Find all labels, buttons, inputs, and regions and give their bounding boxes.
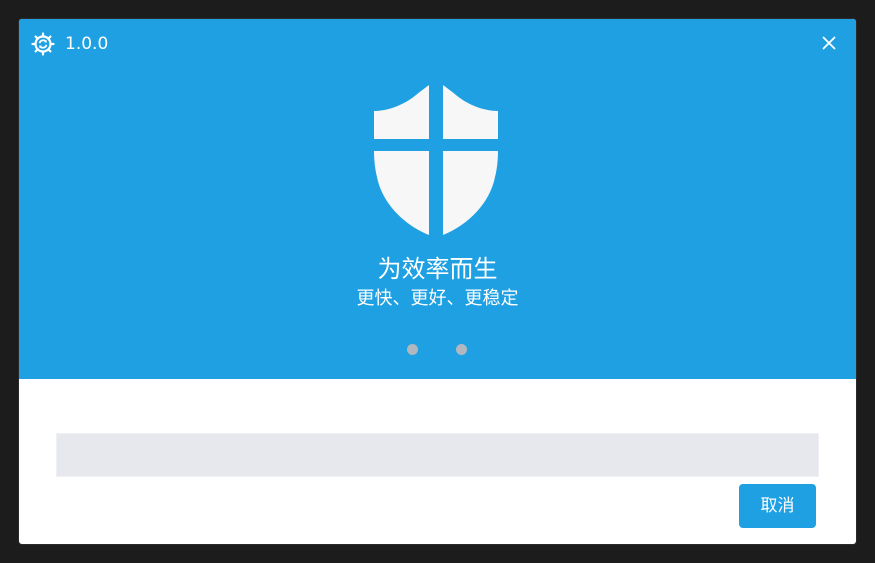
shield-icon (374, 85, 498, 235)
carousel-indicator (19, 344, 856, 356)
tagline-subtitle: 更快、更好、更稳定 (356, 288, 519, 309)
update-dialog: 1.0.0 为效率而生 更快、更好、更稳定 取消 (19, 19, 856, 544)
progress-bar (56, 433, 819, 477)
banner: 1.0.0 为效率而生 更快、更好、更稳定 (19, 19, 856, 379)
carousel-dot-2[interactable] (456, 344, 467, 355)
close-icon[interactable] (816, 30, 842, 56)
gear-refresh-icon (31, 32, 55, 56)
cancel-button[interactable]: 取消 (739, 484, 816, 528)
version-label: 1.0.0 (65, 34, 109, 54)
carousel-dot-1[interactable] (407, 344, 418, 355)
tagline-title: 为效率而生 (377, 255, 498, 283)
